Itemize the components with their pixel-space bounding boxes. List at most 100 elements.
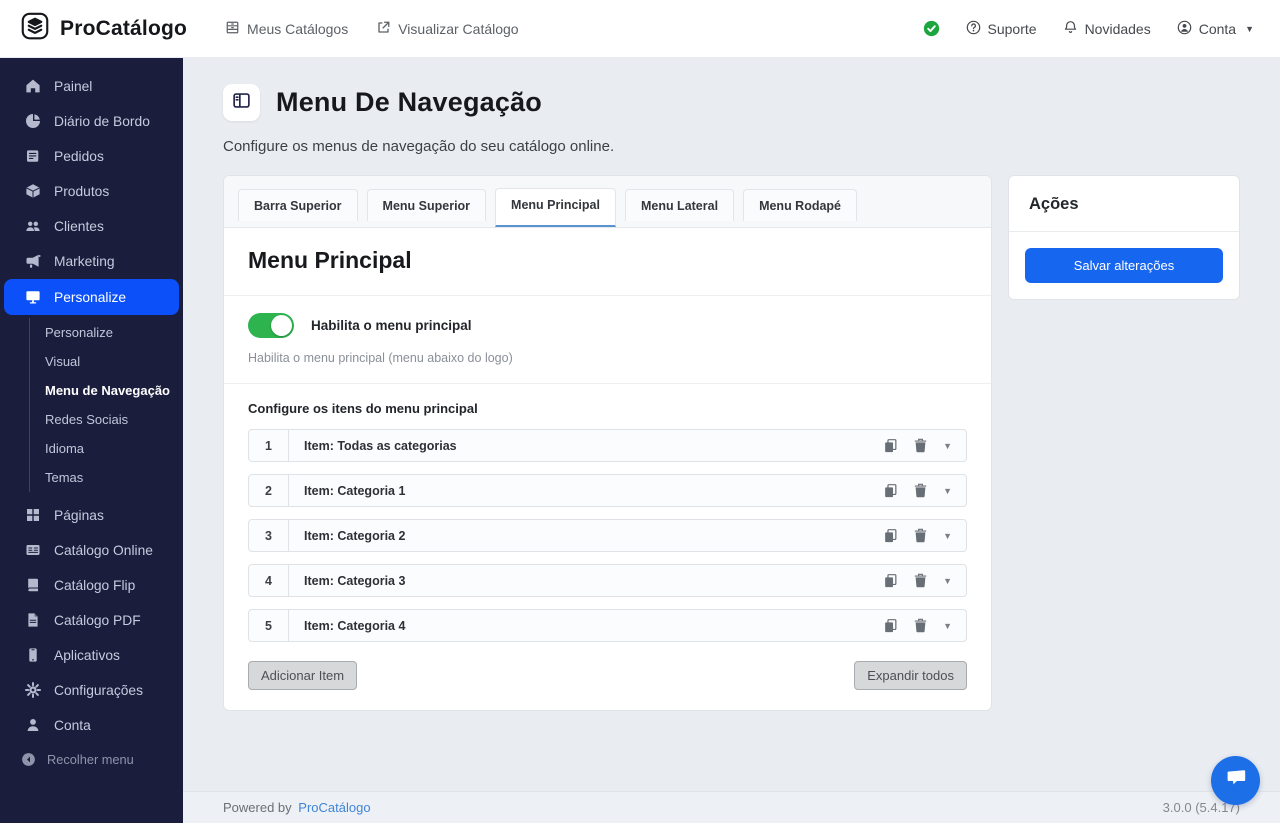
- sidebar-item-conta[interactable]: Conta: [4, 708, 179, 742]
- sidebar-subitem-idioma[interactable]: Idioma: [45, 434, 183, 463]
- enable-menu-toggle[interactable]: [248, 313, 294, 338]
- item-index: 3: [249, 520, 289, 551]
- brand-logo[interactable]: ProCatálogo: [20, 11, 187, 47]
- person-icon: [25, 717, 41, 733]
- sidebar-subitem-personalize[interactable]: Personalize: [45, 318, 183, 347]
- tab-menu-rodape[interactable]: Menu Rodapé: [743, 189, 857, 221]
- sidebar-subitem-visual[interactable]: Visual: [45, 347, 183, 376]
- item-label[interactable]: Item: Todas as categorias: [289, 430, 883, 461]
- sidebar-item-painel[interactable]: Painel: [4, 69, 179, 103]
- item-index: 5: [249, 610, 289, 641]
- sidebar-item-label: Painel: [54, 79, 92, 94]
- tab-barra-superior[interactable]: Barra Superior: [238, 189, 358, 221]
- copy-icon[interactable]: [883, 438, 898, 453]
- header-link-meus-catalogos[interactable]: Meus Catálogos: [225, 20, 348, 38]
- sidebar-item-label: Marketing: [54, 254, 115, 269]
- sidebar-item-pedidos[interactable]: Pedidos: [4, 139, 179, 173]
- menu-item-row: 2Item: Categoria 1 ▼: [248, 474, 967, 507]
- sidebar-item-produtos[interactable]: Produtos: [4, 174, 179, 208]
- header-link-visualizar-catalogo[interactable]: Visualizar Catálogo: [376, 20, 518, 38]
- sidebar-item-paginas[interactable]: Páginas: [4, 498, 179, 532]
- book-icon: [25, 577, 41, 593]
- sidebar-collapse-menu[interactable]: Recolher menu: [0, 744, 183, 775]
- tab-menu-superior[interactable]: Menu Superior: [367, 189, 487, 221]
- footer: Powered by ProCatálogo 3.0.0 (5.4.17): [183, 791, 1280, 823]
- home-icon: [25, 78, 41, 94]
- sidebar-item-label: Catálogo PDF: [54, 613, 141, 628]
- expand-caret-icon[interactable]: ▼: [943, 441, 952, 451]
- chat-fab-button[interactable]: [1211, 756, 1260, 805]
- sidebar-item-marketing[interactable]: Marketing: [4, 244, 179, 278]
- question-circle-icon: [966, 20, 981, 38]
- header-link-conta[interactable]: Conta▼: [1177, 20, 1254, 38]
- document-icon: [25, 148, 41, 164]
- expand-caret-icon[interactable]: ▼: [943, 576, 952, 586]
- sidebar-item-personalize[interactable]: Personalize: [4, 279, 179, 315]
- caret-down-icon: ▼: [1245, 24, 1254, 34]
- sidebar-item-clientes[interactable]: Clientes: [4, 209, 179, 243]
- item-label[interactable]: Item: Categoria 2: [289, 520, 883, 551]
- copy-icon[interactable]: [883, 573, 898, 588]
- page-title-icon-box: [223, 84, 260, 121]
- brand-name: ProCatálogo: [60, 17, 187, 41]
- actions-card: Ações Salvar alterações: [1008, 175, 1240, 300]
- sidebar-item-aplicativos[interactable]: Aplicativos: [4, 638, 179, 672]
- copy-icon[interactable]: [883, 483, 898, 498]
- sidebar-item-catalogo-pdf[interactable]: Catálogo PDF: [4, 603, 179, 637]
- expand-caret-icon[interactable]: ▼: [943, 621, 952, 631]
- item-label[interactable]: Item: Categoria 1: [289, 475, 883, 506]
- header-link-label: Suporte: [988, 21, 1037, 37]
- trash-icon[interactable]: [913, 573, 928, 588]
- add-item-button[interactable]: Adicionar Item: [248, 661, 357, 690]
- save-changes-button[interactable]: Salvar alterações: [1025, 248, 1223, 283]
- sidebar-subitem-menu-de-navegacao[interactable]: Menu de Navegação: [45, 376, 183, 405]
- trash-icon[interactable]: [913, 438, 928, 453]
- header-link-suporte[interactable]: Suporte: [966, 20, 1037, 38]
- copy-icon[interactable]: [883, 618, 898, 633]
- trash-icon[interactable]: [913, 483, 928, 498]
- sidebar-item-label: Páginas: [54, 508, 104, 523]
- expand-caret-icon[interactable]: ▼: [943, 531, 952, 541]
- sidebar-item-catalogo-online[interactable]: Catálogo Online: [4, 533, 179, 567]
- sidebar-item-configuracoes[interactable]: Configurações: [4, 673, 179, 707]
- footer-brand-link[interactable]: ProCatálogo: [298, 800, 370, 815]
- page-title: Menu De Navegação: [276, 87, 542, 118]
- copy-icon[interactable]: [883, 528, 898, 543]
- header-link-novidades[interactable]: Novidades: [1063, 20, 1151, 38]
- cabinet-icon: [225, 20, 240, 38]
- pie-icon: [25, 113, 41, 129]
- toggle-knob: [271, 315, 292, 336]
- sidebar-item-label: Configurações: [54, 683, 143, 698]
- phone-icon: [25, 647, 41, 663]
- item-index: 4: [249, 565, 289, 596]
- box-icon: [25, 183, 41, 199]
- header-link-label: Novidades: [1085, 21, 1151, 37]
- menu-layout-icon: [232, 91, 251, 115]
- status-check-icon: [923, 20, 940, 37]
- sidebar-item-catalogo-flip[interactable]: Catálogo Flip: [4, 568, 179, 602]
- header-link-label: Meus Catálogos: [247, 21, 348, 37]
- item-index: 2: [249, 475, 289, 506]
- sidebar: Painel Diário de Bordo PedidosProdutosClie…: [0, 58, 183, 823]
- sidebar-submenu: PersonalizeVisualMenu de NavegaçãoRedes …: [29, 318, 183, 492]
- header-link-label: Visualizar Catálogo: [398, 21, 518, 37]
- expand-caret-icon[interactable]: ▼: [943, 486, 952, 496]
- sidebar-subitem-temas[interactable]: Temas: [45, 463, 183, 492]
- expand-all-button[interactable]: Expandir todos: [854, 661, 967, 690]
- tab-menu-lateral[interactable]: Menu Lateral: [625, 189, 734, 221]
- sidebar-item-label: Catálogo Online: [54, 543, 153, 558]
- card-list-icon: [25, 542, 41, 558]
- sidebar-item-label: Diário de Bordo: [54, 114, 150, 129]
- sidebar-item-label: Catálogo Flip: [54, 578, 135, 593]
- trash-icon[interactable]: [913, 528, 928, 543]
- sidebar-subitem-redes-sociais[interactable]: Redes Sociais: [45, 405, 183, 434]
- menu-config-card: Barra Superior Menu SuperiorMenu Principa…: [223, 175, 992, 711]
- powered-by-text: Powered by ProCatálogo: [223, 800, 371, 815]
- sidebar-item-diario-de-bordo[interactable]: Diário de Bordo: [4, 104, 179, 138]
- item-label[interactable]: Item: Categoria 3: [289, 565, 883, 596]
- bell-icon: [1063, 20, 1078, 38]
- trash-icon[interactable]: [913, 618, 928, 633]
- gear-icon: [25, 682, 41, 698]
- tab-menu-principal[interactable]: Menu Principal: [495, 188, 616, 227]
- item-label[interactable]: Item: Categoria 4: [289, 610, 883, 641]
